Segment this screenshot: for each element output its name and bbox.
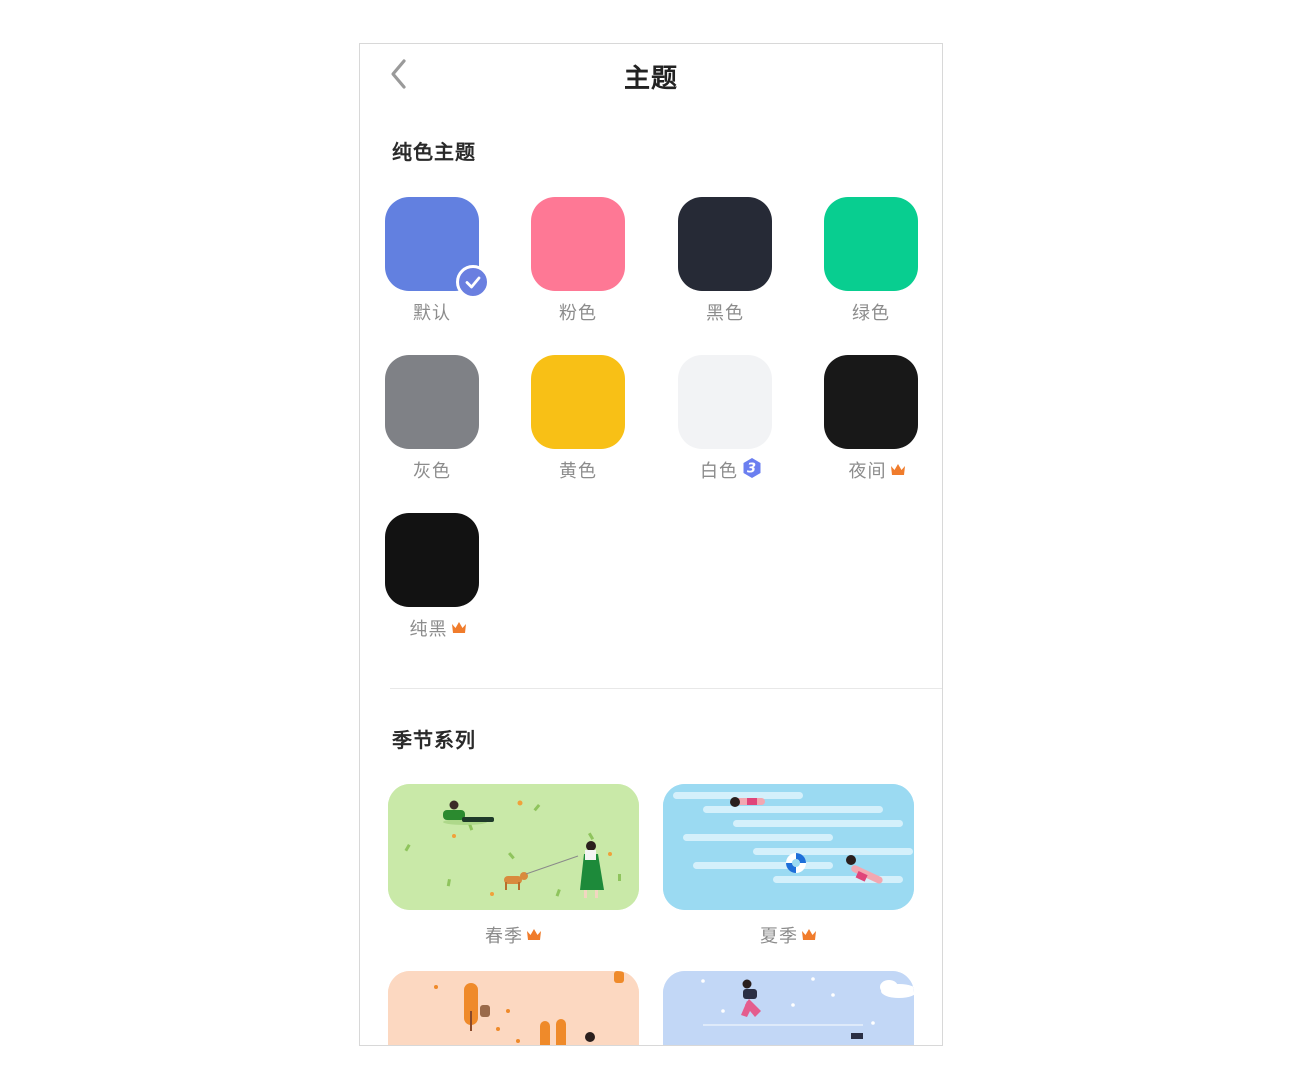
theme-label: 纯黑 [409, 619, 448, 640]
autumn-illustration [388, 971, 639, 1045]
theme-item-pink[interactable]: 粉色 [508, 197, 648, 337]
theme-item-default[interactable]: 默认 [362, 197, 502, 337]
season-card-spring[interactable] [388, 784, 639, 910]
selected-check-icon [456, 265, 490, 299]
crown-icon [526, 925, 542, 946]
crown-icon [451, 618, 467, 639]
crown-icon [801, 925, 817, 946]
theme-item-green[interactable]: 绿色 [801, 197, 941, 337]
theme-swatch-black[interactable] [678, 197, 772, 291]
theme-swatch-gray[interactable] [385, 355, 479, 449]
theme-label: 黑色 [706, 303, 744, 324]
theme-item-night[interactable]: 夜间 [801, 355, 941, 495]
season-card-autumn[interactable] [388, 971, 639, 1045]
theme-swatch-green[interactable] [824, 197, 918, 291]
season-label: 夏季 [760, 926, 798, 947]
theme-label: 默认 [413, 303, 451, 324]
spring-illustration [388, 784, 639, 910]
section-divider [390, 688, 942, 689]
theme-label-row: 白色 3 [655, 457, 795, 484]
solid-section-title: 纯色主题 [392, 140, 476, 164]
theme-swatch-yellow[interactable] [531, 355, 625, 449]
theme-label: 白色 [700, 461, 738, 482]
theme-label: 绿色 [852, 303, 890, 324]
theme-item-black[interactable]: 黑色 [655, 197, 795, 337]
season-section-title: 季节系列 [392, 728, 476, 752]
theme-label: 夜间 [848, 461, 887, 482]
season-card-winter[interactable] [663, 971, 914, 1045]
theme-label-row: 纯黑 [362, 615, 502, 641]
theme-swatch-pink[interactable] [531, 197, 625, 291]
season-label-row: 春季 [388, 922, 639, 948]
level-badge-number: 3 [747, 462, 757, 477]
winter-illustration [663, 971, 914, 1045]
page-title: 主题 [623, 64, 678, 94]
theme-item-pure-black[interactable]: 纯黑 [362, 513, 502, 653]
theme-label: 黄色 [559, 461, 597, 482]
theme-item-gray[interactable]: 灰色 [362, 355, 502, 495]
season-label-row: 夏季 [663, 922, 914, 948]
theme-item-white[interactable]: 白色 3 [655, 355, 795, 495]
theme-item-yellow[interactable]: 黄色 [508, 355, 648, 495]
theme-label: 灰色 [413, 461, 451, 482]
crown-icon [890, 460, 906, 481]
theme-label-row: 夜间 [801, 457, 941, 483]
season-label: 春季 [485, 926, 523, 947]
theme-swatch-white[interactable] [678, 355, 772, 449]
theme-label: 粉色 [559, 303, 597, 324]
level-hexagon-icon: 3 [742, 457, 762, 484]
summer-illustration [663, 784, 914, 910]
theme-swatch-night[interactable] [824, 355, 918, 449]
season-card-summer[interactable] [663, 784, 914, 910]
theme-swatch-pure-black[interactable] [385, 513, 479, 607]
phone-screen: 主题 纯色主题 默认 粉色 黑色 绿色 灰色 黄色 白色 3 夜间 纯黑 季节系… [359, 43, 943, 1046]
